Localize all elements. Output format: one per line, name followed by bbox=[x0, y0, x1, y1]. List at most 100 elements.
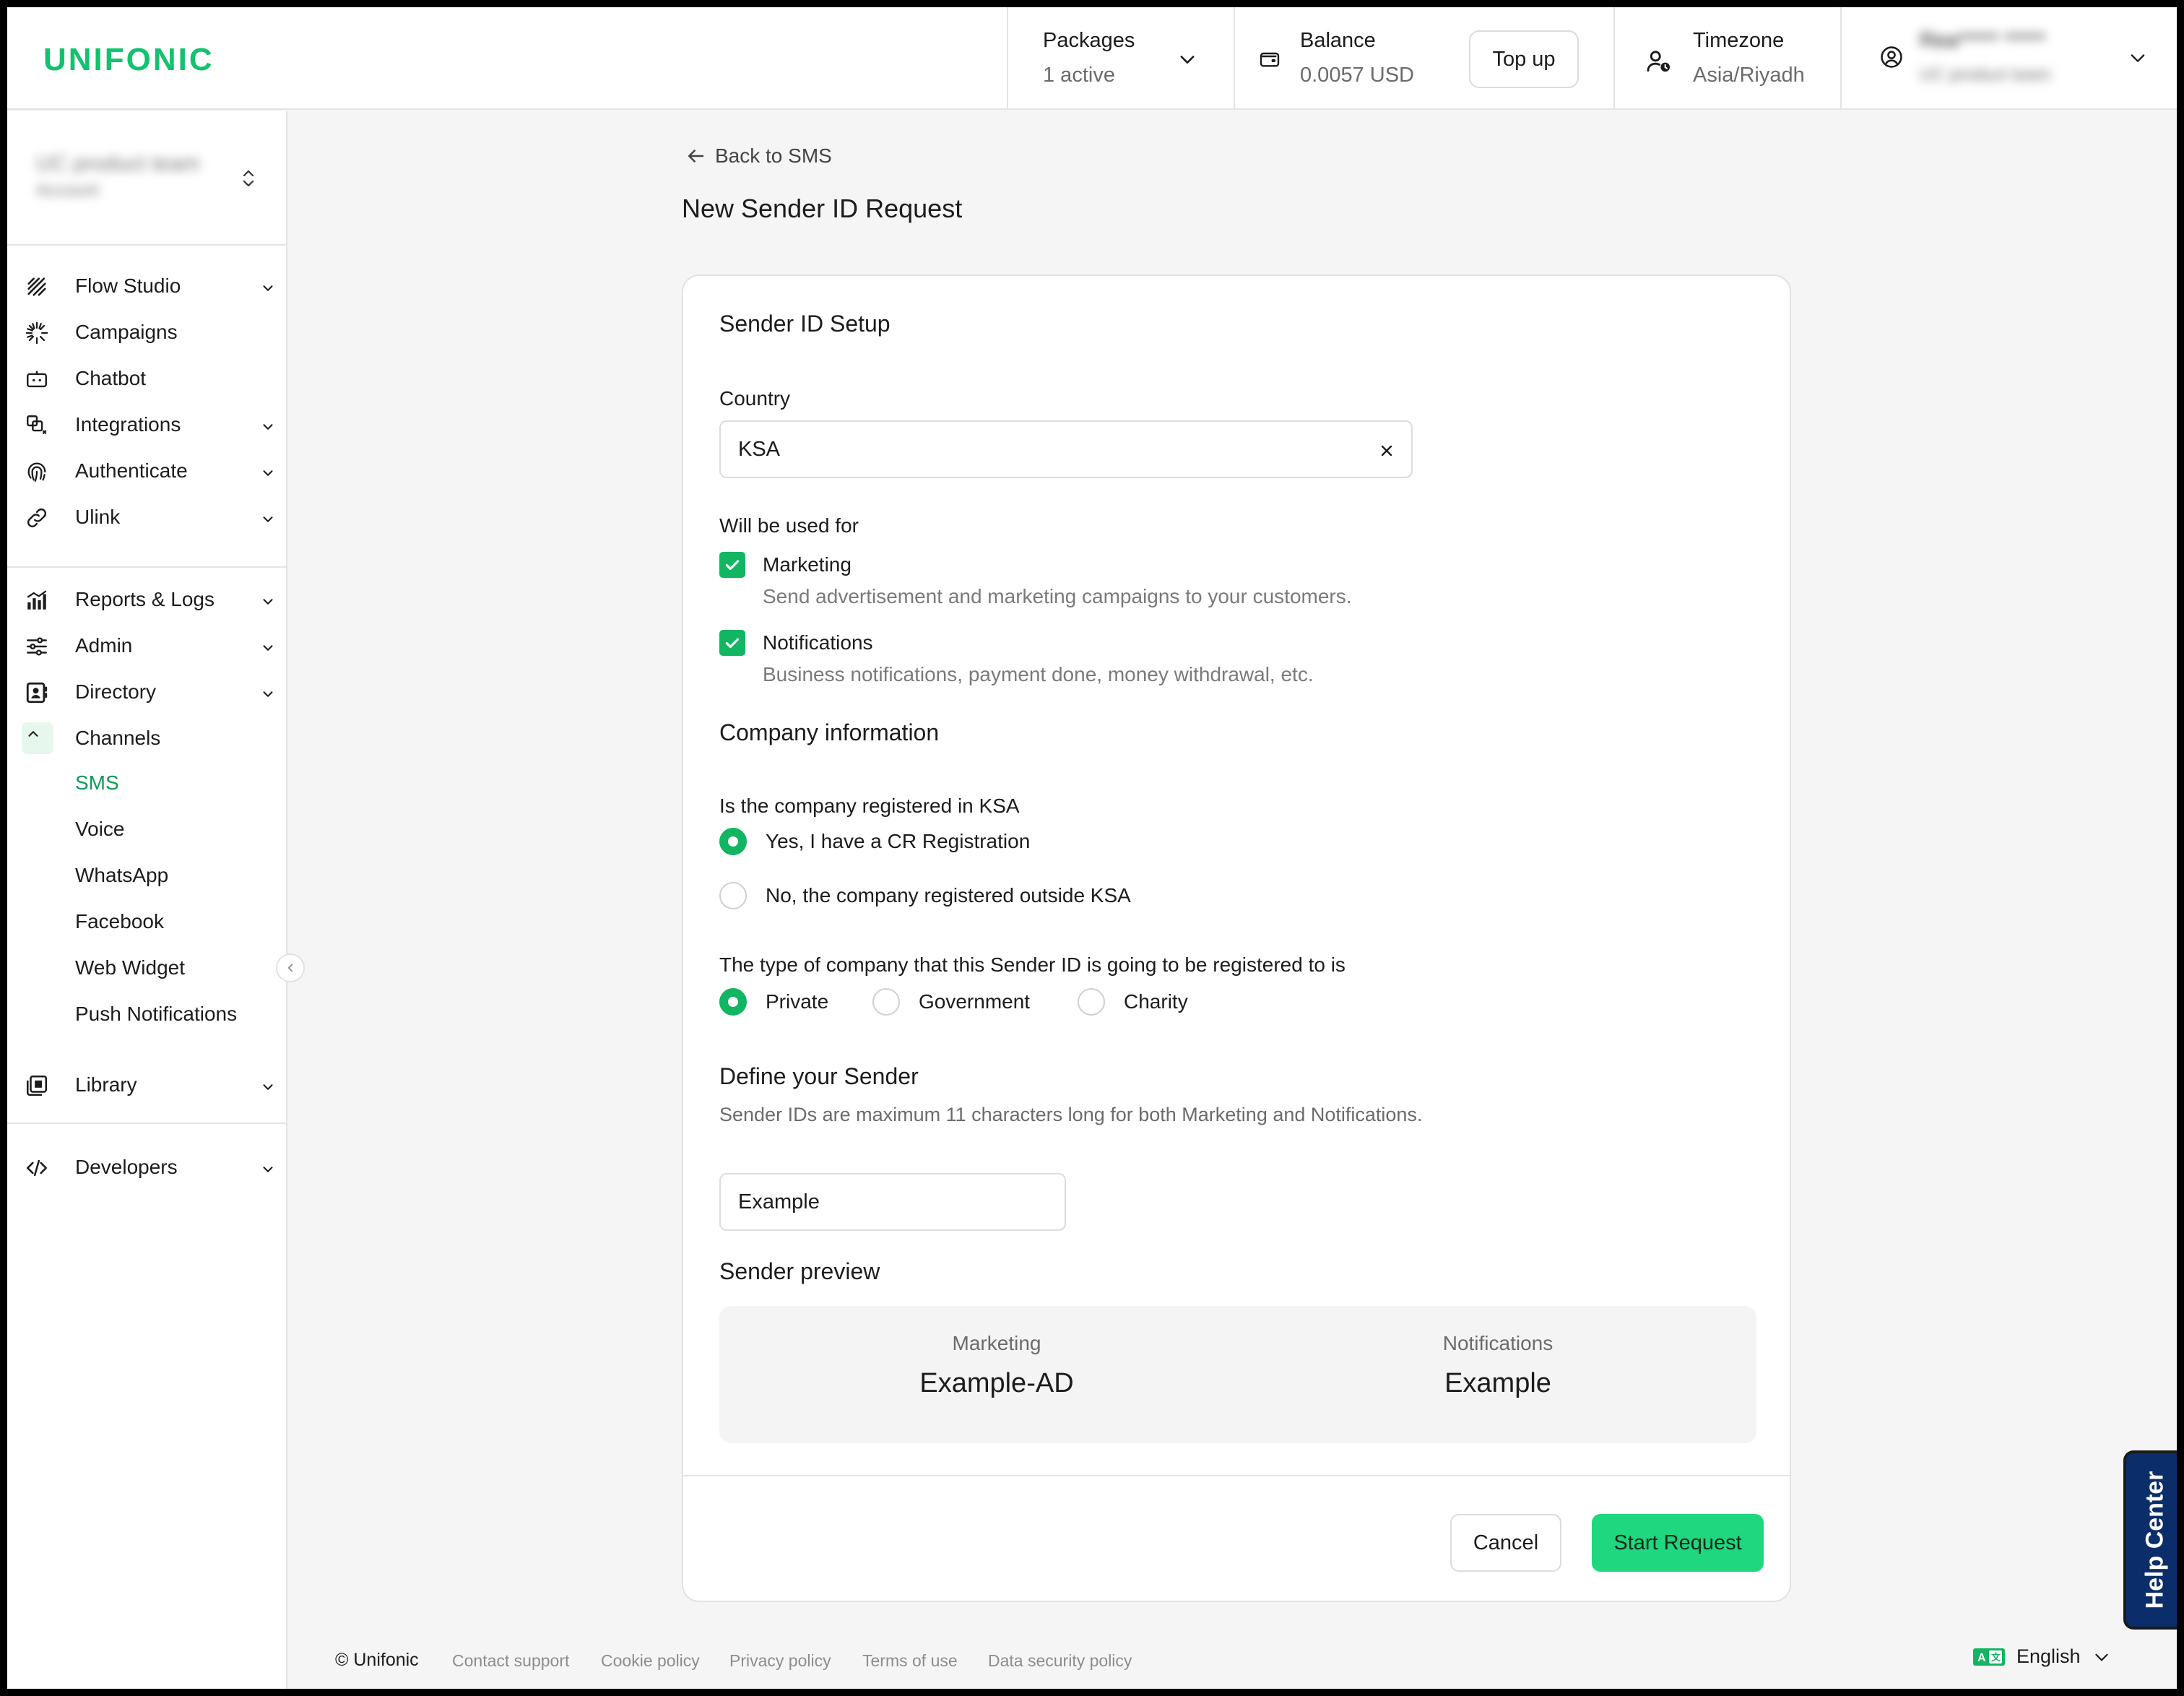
sidebar-item-label: Admin bbox=[75, 634, 133, 657]
up-down-chevrons-icon bbox=[240, 166, 257, 191]
radio-option-government[interactable]: Government bbox=[872, 988, 1030, 1016]
radio-button[interactable] bbox=[719, 828, 747, 855]
marketing-checkbox[interactable] bbox=[719, 552, 745, 578]
channel-item-sms[interactable]: SMS bbox=[75, 771, 119, 795]
sender-id-input[interactable] bbox=[721, 1174, 1065, 1229]
sidebar-item-label: Channels bbox=[75, 727, 161, 749]
back-to-sms-link[interactable]: Back to SMS bbox=[685, 144, 832, 168]
radio-option-private[interactable]: Private bbox=[719, 988, 828, 1016]
sidebar-item-label: Directory bbox=[75, 680, 157, 703]
sidebar-item-flow-studio[interactable]: Flow Studio bbox=[7, 266, 286, 306]
sidebar-item-library[interactable]: Library bbox=[7, 1065, 286, 1105]
language-selector[interactable]: A文 English bbox=[1973, 1645, 2111, 1668]
sidebar-item-directory[interactable]: Directory bbox=[7, 672, 286, 712]
code-icon bbox=[25, 1156, 49, 1180]
preview-marketing: Marketing Example-AD bbox=[852, 1332, 1141, 1399]
sidebar-item-label: Campaigns bbox=[75, 321, 178, 343]
sidebar-item-integrations[interactable]: Integrations bbox=[7, 404, 286, 445]
usage-label: Will be used for bbox=[719, 514, 859, 537]
chevron-down-icon bbox=[2128, 48, 2148, 68]
balance-title: Balance bbox=[1300, 29, 1376, 52]
user-clock-icon bbox=[1645, 48, 1673, 75]
footer-link-privacy-policy[interactable]: Privacy policy bbox=[729, 1651, 831, 1671]
sidebar-item-chatbot[interactable]: Chatbot bbox=[7, 358, 286, 399]
channel-item-web-widget[interactable]: Web Widget bbox=[75, 956, 185, 979]
chevron-down-icon bbox=[2092, 1648, 2111, 1666]
sidebar-item-campaigns[interactable]: Campaigns bbox=[7, 312, 286, 352]
registered-question: Is the company registered in KSA bbox=[719, 795, 1020, 817]
footer-link-terms-of-use[interactable]: Terms of use bbox=[862, 1651, 958, 1671]
packages-value: 1 active bbox=[1043, 64, 1115, 87]
chevron-down-icon bbox=[260, 419, 285, 444]
user-menu[interactable]: Rea***** ***** UC product team bbox=[1840, 7, 2177, 110]
clear-icon[interactable] bbox=[1378, 442, 1395, 459]
campaigns-icon bbox=[25, 321, 49, 345]
packages-title: Packages bbox=[1043, 29, 1135, 52]
section-title-define-sender: Define your Sender bbox=[719, 1063, 919, 1089]
account-sub: Account bbox=[36, 181, 99, 200]
radio-option-charity[interactable]: Charity bbox=[1078, 988, 1188, 1016]
sidebar-item-label: Ulink bbox=[75, 506, 121, 528]
unifonic-logo[interactable]: UNIFONIC bbox=[43, 42, 214, 78]
integrations-icon bbox=[25, 413, 49, 438]
sidebar-item-admin[interactable]: Admin bbox=[7, 626, 286, 666]
radio-option-outside-ksa[interactable]: No, the company registered outside KSA bbox=[719, 882, 1131, 909]
channel-item-voice[interactable]: Voice bbox=[75, 818, 125, 841]
page-title: New Sender ID Request bbox=[682, 194, 963, 223]
help-center-tab[interactable]: Help Center bbox=[2123, 1450, 2177, 1630]
fingerprint-icon bbox=[25, 459, 49, 484]
divider bbox=[683, 1475, 1790, 1476]
sidebar-item-reports-logs[interactable]: Reports & Logs bbox=[7, 579, 286, 620]
marketing-title: Marketing bbox=[763, 553, 852, 576]
sidebar-item-authenticate[interactable]: Authenticate bbox=[7, 451, 286, 491]
radio-button[interactable] bbox=[719, 988, 747, 1016]
chevron-down-icon bbox=[260, 686, 285, 711]
country-label: Country bbox=[719, 387, 791, 410]
sidebar-item-label: Reports & Logs bbox=[75, 588, 214, 610]
sidebar: UC product team Account Flow Studio Camp… bbox=[7, 111, 287, 1689]
chevron-left-icon bbox=[284, 961, 297, 974]
timezone-title: Timezone bbox=[1693, 29, 1785, 52]
sidebar-item-ulink[interactable]: Ulink bbox=[7, 497, 286, 537]
contacts-icon bbox=[25, 680, 49, 705]
chevron-down-icon bbox=[1177, 49, 1197, 69]
chevron-down-icon bbox=[260, 594, 285, 618]
footer-link-cookie-policy[interactable]: Cookie policy bbox=[601, 1651, 700, 1671]
radio-button[interactable] bbox=[1078, 988, 1105, 1016]
timezone-selector[interactable]: Timezone Asia/Riyadh bbox=[1613, 7, 1840, 110]
help-center-label: Help Center bbox=[2141, 1471, 2169, 1609]
radio-button[interactable] bbox=[872, 988, 900, 1016]
sliders-icon bbox=[25, 634, 49, 659]
top-bar: UNIFONIC Packages 1 active Balance 0.005… bbox=[7, 7, 2177, 110]
channel-item-whatsapp[interactable]: WhatsApp bbox=[75, 864, 168, 887]
chevron-down-icon bbox=[260, 511, 285, 536]
packages-selector[interactable]: Packages 1 active bbox=[1007, 7, 1234, 110]
divider bbox=[7, 1122, 286, 1124]
notifications-checkbox[interactable] bbox=[719, 630, 745, 656]
cancel-button[interactable]: Cancel bbox=[1450, 1514, 1561, 1572]
radio-button[interactable] bbox=[719, 882, 747, 909]
section-title-company: Company information bbox=[719, 719, 940, 745]
sidebar-item-developers[interactable]: Developers bbox=[7, 1147, 286, 1187]
svg-text:A: A bbox=[1977, 1652, 1986, 1664]
channel-item-push-notifications[interactable]: Push Notifications bbox=[75, 1003, 237, 1026]
sidebar-item-label: Flow Studio bbox=[75, 274, 181, 297]
language-label: English bbox=[2016, 1645, 2081, 1667]
footer-link-data-security-policy[interactable]: Data security policy bbox=[988, 1651, 1132, 1671]
preview-notifications-label: Notifications bbox=[1442, 1332, 1554, 1354]
radio-option-cr-registration[interactable]: Yes, I have a CR Registration bbox=[719, 828, 1030, 855]
top-up-button[interactable]: Top up bbox=[1469, 30, 1579, 88]
country-select[interactable]: KSA bbox=[719, 420, 1413, 478]
start-request-button[interactable]: Start Request bbox=[1592, 1514, 1764, 1572]
divider bbox=[7, 244, 286, 246]
footer-link-contact-support[interactable]: Contact support bbox=[452, 1651, 569, 1671]
sidebar-item-channels[interactable]: Channels bbox=[7, 718, 286, 758]
sender-helper-text: Sender IDs are maximum 11 characters lon… bbox=[719, 1104, 1423, 1125]
account-name: UC product team bbox=[36, 152, 200, 176]
collapse-sidebar-button[interactable] bbox=[276, 953, 305, 982]
user-circle-icon bbox=[1879, 45, 1904, 69]
channel-item-facebook[interactable]: Facebook bbox=[75, 910, 164, 933]
user-name: Rea***** ***** bbox=[1920, 29, 2046, 52]
user-account: UC product team bbox=[1920, 65, 2051, 85]
reports-icon bbox=[25, 588, 49, 613]
